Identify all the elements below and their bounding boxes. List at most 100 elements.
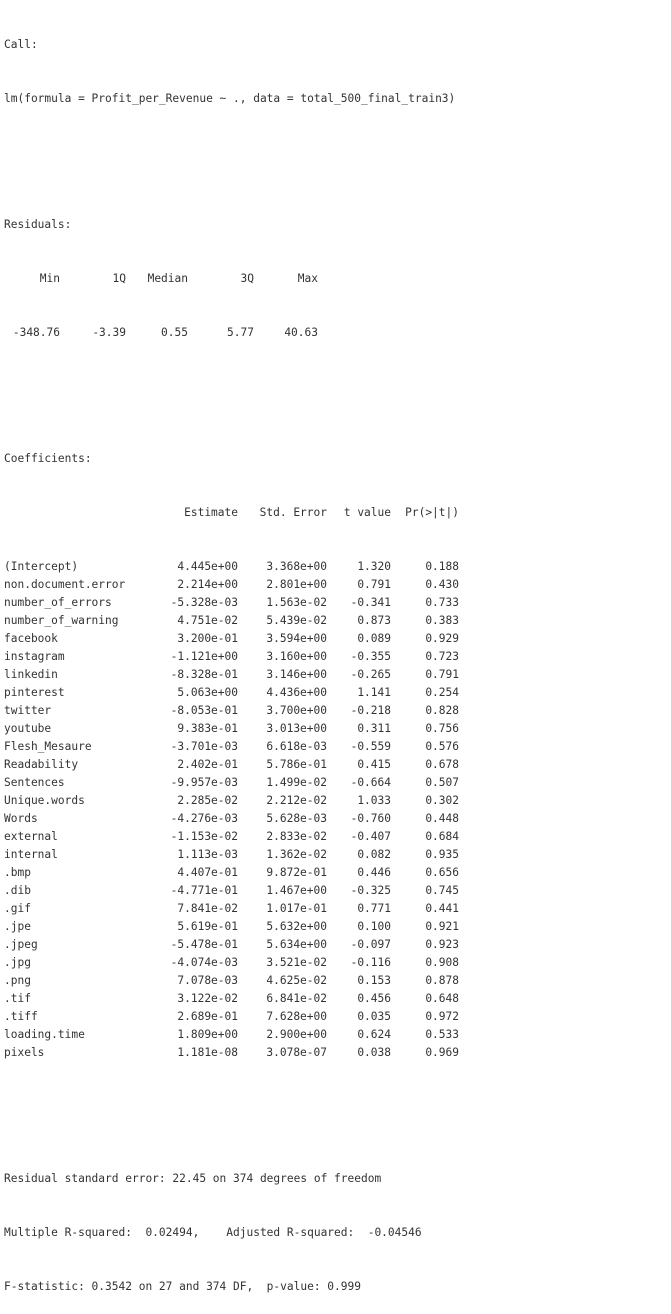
coef-estimate: 3.200e-01 (177, 632, 238, 645)
coef-std-error: 7.628e+00 (266, 1010, 327, 1023)
coef-p-value: 0.923 (425, 938, 459, 951)
coef-estimate: -4.276e-03 (170, 812, 238, 825)
residuals-header-q1: 1Q (112, 272, 126, 285)
coef-estimate: -5.478e-01 (170, 938, 238, 951)
coef-t-value: 0.038 (357, 1046, 391, 1059)
coef-std-error: 3.078e-07 (266, 1046, 327, 1059)
coef-t-value: -0.116 (350, 956, 391, 969)
coef-term: .png (4, 974, 31, 987)
coef-t-value: 0.791 (357, 578, 391, 591)
r-squared-line: Multiple R-squared: 0.02494, Adjusted R-… (4, 1226, 422, 1239)
coef-std-error: 9.872e-01 (266, 866, 327, 879)
coef-t-value: 1.033 (357, 794, 391, 807)
coef-term: .jpg (4, 956, 31, 969)
coef-std-error: 3.521e-02 (266, 956, 327, 969)
coef-term: Sentences (4, 776, 65, 789)
coef-header-estimate: Estimate (184, 506, 238, 519)
coef-std-error: 6.841e-02 (266, 992, 327, 1005)
coef-p-value: 0.533 (425, 1028, 459, 1041)
coef-p-value: 0.878 (425, 974, 459, 987)
coef-p-value: 0.929 (425, 632, 459, 645)
coef-std-error: 1.017e-01 (266, 902, 327, 915)
coef-p-value: 0.908 (425, 956, 459, 969)
coef-term: .tiff (4, 1010, 38, 1023)
coef-p-value: 0.430 (425, 578, 459, 591)
coef-std-error: 5.628e-03 (266, 812, 327, 825)
coef-t-value: 0.089 (357, 632, 391, 645)
coef-p-value: 0.507 (425, 776, 459, 789)
call-formula: lm(formula = Profit_per_Revenue ~ ., dat… (4, 92, 456, 105)
coef-p-value: 0.302 (425, 794, 459, 807)
coef-term: instagram (4, 650, 65, 663)
coef-p-value: 0.383 (425, 614, 459, 627)
coef-p-value: 0.576 (425, 740, 459, 753)
coef-term: Flesh_Mesaure (4, 740, 92, 753)
coef-p-value: 0.745 (425, 884, 459, 897)
coef-term: .jpeg (4, 938, 38, 951)
coef-term: .tif (4, 992, 31, 1005)
coef-p-value: 0.756 (425, 722, 459, 735)
coef-t-value: -0.760 (350, 812, 391, 825)
coef-t-value: 0.311 (357, 722, 391, 735)
coef-std-error: 5.632e+00 (266, 920, 327, 933)
coef-t-value: -0.218 (350, 704, 391, 717)
coef-term: pixels (4, 1046, 45, 1059)
coefficient-row: .tiff 2.689e-01 7.628e+00 0.035 0.972 (4, 1008, 669, 1026)
coef-term: .jpe (4, 920, 31, 933)
residuals-value-median: 0.55 (161, 326, 188, 339)
coef-term: internal (4, 848, 58, 861)
coef-header-t-value: t value (343, 506, 391, 519)
residuals-header-median: Median (147, 272, 188, 285)
coef-t-value: -0.664 (350, 776, 391, 789)
coef-term: non.document.error (4, 578, 126, 591)
coef-p-value: 0.828 (425, 704, 459, 717)
coef-t-value: 0.035 (357, 1010, 391, 1023)
coef-std-error: 3.700e+00 (266, 704, 327, 717)
coef-estimate: 5.063e+00 (177, 686, 238, 699)
coef-std-error: 1.563e-02 (266, 596, 327, 609)
coef-term: loading.time (4, 1028, 85, 1041)
coefficient-row: external -1.153e-02 2.833e-02 -0.407 0.684 (4, 828, 669, 846)
coef-std-error: 5.634e+00 (266, 938, 327, 951)
residuals-value-q3: 5.77 (227, 326, 254, 339)
coef-estimate: 1.181e-08 (177, 1046, 238, 1059)
coef-term: pinterest (4, 686, 65, 699)
coef-t-value: -0.341 (350, 596, 391, 609)
residuals-value-q1: -3.39 (92, 326, 126, 339)
coef-term: twitter (4, 704, 52, 717)
coef-t-value: 1.141 (357, 686, 391, 699)
coefficients-table-body: (Intercept) 4.445e+00 3.368e+00 1.320 0.188 n… (4, 558, 669, 1062)
call-label: Call: (4, 38, 38, 51)
coefficient-row: instagram -1.121e+00 3.160e+00 -0.355 0.723 (4, 648, 669, 666)
coefficient-row: .tif 3.122e-02 6.841e-02 0.456 0.648 (4, 990, 669, 1008)
coefficient-row: internal 1.113e-03 1.362e-02 0.082 0.935 (4, 846, 669, 864)
coef-t-value: -0.559 (350, 740, 391, 753)
coef-p-value: 0.791 (425, 668, 459, 681)
coefficient-row: pinterest 5.063e+00 4.436e+00 1.141 0.254 (4, 684, 669, 702)
coefficient-row: .png 7.078e-03 4.625e-02 0.153 0.878 (4, 972, 669, 990)
coef-estimate: -8.053e-01 (170, 704, 238, 717)
coef-estimate: 2.689e-01 (177, 1010, 238, 1023)
residuals-label: Residuals: (4, 218, 72, 231)
coef-p-value: 0.656 (425, 866, 459, 879)
coef-std-error: 3.368e+00 (266, 560, 327, 573)
coef-term: number_of_errors (4, 596, 112, 609)
coef-p-value: 0.723 (425, 650, 459, 663)
coefficient-row: youtube 9.383e-01 3.013e+00 0.311 0.756 (4, 720, 669, 738)
coef-t-value: -0.265 (350, 668, 391, 681)
coef-t-value: -0.355 (350, 650, 391, 663)
coef-p-value: 0.935 (425, 848, 459, 861)
coef-p-value: 0.648 (425, 992, 459, 1005)
coef-estimate: 2.285e-02 (177, 794, 238, 807)
coef-t-value: 0.456 (357, 992, 391, 1005)
coef-t-value: 0.153 (357, 974, 391, 987)
coefficient-row: facebook 3.200e-01 3.594e+00 0.089 0.929 (4, 630, 669, 648)
coef-term: (Intercept) (4, 560, 79, 573)
coefficient-row: loading.time 1.809e+00 2.900e+00 0.624 0.533 (4, 1026, 669, 1044)
coef-term: .bmp (4, 866, 31, 879)
coef-t-value: 0.415 (357, 758, 391, 771)
coef-t-value: 0.100 (357, 920, 391, 933)
